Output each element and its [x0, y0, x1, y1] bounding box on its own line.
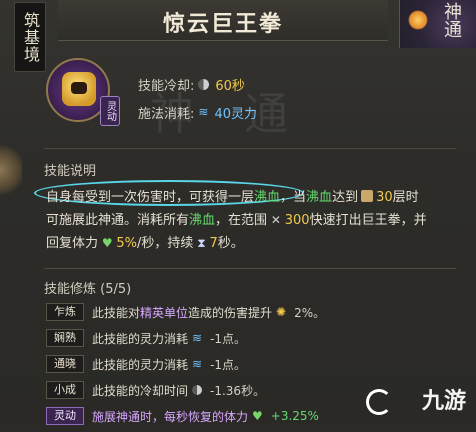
divider	[44, 268, 456, 269]
deity-badge-label: 神通	[441, 2, 462, 38]
mana-icon: ≋	[192, 331, 203, 345]
description-line-3: 回复体力 ♥ 5%/秒，持续 ⧗ 7秒。	[46, 236, 244, 251]
skill-panel: 惊云巨王拳 筑基境 神通 神 通 灵动 技能冷却: 60秒 施法消耗: ≋ 40…	[0, 0, 476, 425]
modifier-row: 通晓 此技能的灵力消耗 ≋ -1点。	[46, 354, 466, 374]
cooldown-value: 60秒	[215, 78, 245, 94]
fist-icon	[62, 72, 96, 106]
sparkle-icon: ✺	[276, 305, 287, 319]
divider	[44, 148, 456, 149]
hourglass-icon: ⧗	[193, 236, 210, 250]
scroll-icon	[361, 190, 374, 202]
realm-tag: 筑基境	[14, 2, 46, 72]
mana-icon: ≋	[192, 357, 203, 371]
modifiers-heading: 技能修炼 (5/5)	[44, 282, 132, 297]
description-line-2: 可施展此神通。消耗所有沸血，在范围 ✕ 300快速打出巨王拳，并	[46, 213, 427, 228]
modifier-list: 乍炼 此技能对 精英单位 造成的伤害提升 ✺ 2%。 娴熟 此技能的灵力消耗 ≋ -…	[46, 302, 466, 432]
cost-value: 40灵力	[214, 106, 257, 122]
modifier-row: 乍炼 此技能对 精英单位 造成的伤害提升 ✺ 2%。	[46, 302, 466, 322]
skill-type-badge: 灵动	[100, 96, 120, 126]
skill-stats: 技能冷却: 60秒 施法消耗: ≋ 40灵力	[138, 74, 257, 130]
modifier-row: 灵动 施展神通时，每秒恢复的体力 ♥ +3.25%	[46, 406, 466, 426]
cost-row: 施法消耗: ≋ 40灵力	[138, 102, 257, 122]
title-bar: 惊云巨王拳	[58, 0, 388, 41]
health-icon: ♥	[98, 236, 117, 250]
watermark-logo-icon	[366, 389, 392, 415]
skill-title: 惊云巨王拳	[162, 11, 283, 37]
boiling-blood-text: 沸血	[254, 190, 281, 205]
mana-icon: ≋	[198, 105, 209, 119]
clock-icon	[192, 385, 203, 395]
modifier-tag: 小成	[46, 381, 84, 399]
health-icon: ♥	[252, 409, 263, 423]
modifier-tag: 通晓	[46, 355, 84, 373]
modifier-row: 娴熟 此技能的灵力消耗 ≋ -1点。	[46, 328, 466, 348]
skill-description: 自身每受到一次伤害时，可获得一层沸血，当沸血达到 30层时 可施展此神通。消耗所有…	[46, 186, 458, 255]
modifier-tag: 乍炼	[46, 303, 84, 321]
description-line-1: 自身每受到一次伤害时，可获得一层沸血，当沸血达到 30层时	[46, 190, 419, 205]
cooldown-label: 技能冷却:	[138, 78, 195, 94]
sun-icon	[408, 10, 428, 30]
range-icon: ✕	[267, 213, 285, 227]
modifier-tag: 娴熟	[46, 329, 84, 347]
deity-badge[interactable]: 神通	[399, 0, 476, 48]
clock-icon	[198, 78, 210, 90]
description-heading: 技能说明	[44, 164, 97, 179]
left-edge-decoration	[0, 140, 22, 200]
modifier-tag: 灵动	[46, 407, 84, 425]
watermark: 九游	[421, 389, 466, 414]
modifier-row: 小成 此技能的冷却时间 -1.36秒。	[46, 380, 466, 400]
boiling-blood-text: 沸血	[306, 190, 333, 205]
cooldown-row: 技能冷却: 60秒	[138, 74, 257, 94]
cost-label: 施法消耗:	[138, 106, 195, 122]
